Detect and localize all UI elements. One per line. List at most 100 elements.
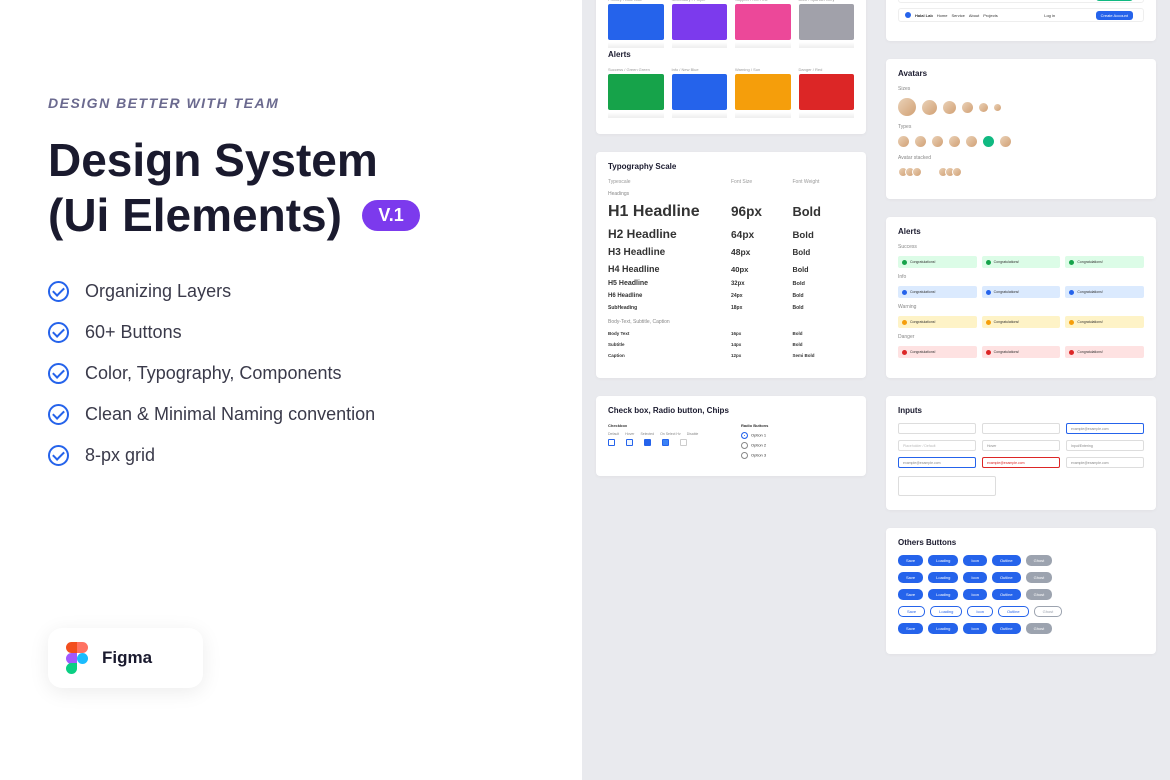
button-loading[interactable]: Loading bbox=[928, 555, 958, 566]
button-ghost[interactable]: Ghost bbox=[1026, 589, 1053, 600]
typo-size: 14px bbox=[731, 342, 793, 347]
figma-icon bbox=[66, 642, 88, 674]
color-swatch bbox=[735, 74, 791, 110]
typo-size: 24px bbox=[731, 293, 793, 299]
button-ghost[interactable]: Ghost bbox=[1034, 606, 1063, 617]
button-outline[interactable]: Outline bbox=[998, 606, 1029, 617]
typo-name: H2 Headline bbox=[608, 227, 731, 241]
radio-button[interactable] bbox=[741, 452, 748, 459]
button-outline[interactable]: Outline bbox=[992, 572, 1021, 583]
button-icon[interactable]: Icon bbox=[963, 555, 987, 566]
headings-label: Headings bbox=[608, 191, 854, 197]
button-outline[interactable]: Outline bbox=[992, 623, 1021, 634]
nav-item[interactable]: Service bbox=[951, 13, 964, 18]
typo-weight: Bold bbox=[793, 305, 855, 311]
button-save[interactable]: Save bbox=[898, 623, 923, 634]
alert-icon bbox=[902, 320, 907, 325]
color-swatch bbox=[799, 4, 855, 40]
feature-item: 60+ Buttons bbox=[48, 322, 518, 343]
panel-navbars: Halal LabHomeServiceAboutProjectsCreate … bbox=[886, 0, 1156, 41]
button-save[interactable]: Save bbox=[898, 589, 923, 600]
typo-size: 32px bbox=[731, 281, 793, 287]
text-input-error[interactable]: example@example.com bbox=[982, 457, 1060, 468]
checkbox-hover[interactable] bbox=[626, 439, 633, 446]
alert-icon bbox=[902, 290, 907, 295]
checkbox-select-hover[interactable] bbox=[662, 439, 669, 446]
check-icon bbox=[48, 322, 69, 343]
text-input[interactable] bbox=[898, 423, 976, 434]
alert-success: Congratulations! bbox=[982, 256, 1061, 268]
color-swatch bbox=[799, 74, 855, 110]
button-icon[interactable]: Icon bbox=[967, 606, 993, 617]
button-save[interactable]: Save bbox=[898, 555, 923, 566]
alert-warning: Congratulations! bbox=[898, 316, 977, 328]
typo-weight: Bold bbox=[793, 293, 855, 299]
panel-inputs: Inputs example@example.com Placeholder /… bbox=[886, 396, 1156, 510]
text-input[interactable]: Placeholder / Default bbox=[898, 440, 976, 451]
typo-weight: Bold bbox=[793, 342, 855, 347]
typo-weight: Semi Bold bbox=[793, 353, 855, 358]
button-ghost[interactable]: Ghost bbox=[1026, 555, 1053, 566]
nav-item[interactable]: About bbox=[969, 13, 979, 18]
typo-name: SubHeading bbox=[608, 305, 731, 311]
text-input[interactable]: example@example.com bbox=[898, 457, 976, 468]
alert-text: Congratulations! bbox=[910, 320, 936, 324]
cb-col-label: Default bbox=[608, 432, 619, 436]
button-outline[interactable]: Outline bbox=[992, 589, 1021, 600]
body-label: Body-Text, Subtitle, Caption bbox=[608, 319, 854, 325]
title-line2: (Ui Elements) bbox=[48, 189, 342, 241]
text-input-focus[interactable]: example@example.com bbox=[1066, 423, 1144, 434]
typo-name: H6 Headline bbox=[608, 293, 731, 299]
text-input[interactable] bbox=[982, 423, 1060, 434]
brand-logo-icon bbox=[905, 12, 911, 18]
button-loading[interactable]: Loading bbox=[928, 572, 958, 583]
cb-col-label: On Select Hv bbox=[660, 432, 681, 436]
radio-button[interactable] bbox=[741, 432, 748, 439]
typo-weight: Bold bbox=[793, 331, 855, 336]
alert-icon bbox=[986, 320, 991, 325]
panel-title: Inputs bbox=[898, 406, 1144, 415]
alert-info: Congratulations! bbox=[982, 286, 1061, 298]
cta-button[interactable]: Create Account bbox=[1096, 0, 1133, 1]
checkbox-selected[interactable] bbox=[644, 439, 651, 446]
textarea-input[interactable] bbox=[898, 476, 996, 496]
features-list: Organizing Layers60+ ButtonsColor, Typog… bbox=[48, 281, 518, 466]
figma-label: Figma bbox=[102, 648, 152, 668]
button-loading[interactable]: Loading bbox=[928, 589, 958, 600]
button-ghost[interactable]: Ghost bbox=[1026, 572, 1053, 583]
button-outline[interactable]: Outline bbox=[992, 555, 1021, 566]
alert-success: Congratulations! bbox=[1065, 256, 1144, 268]
nav-item[interactable]: Home bbox=[937, 13, 948, 18]
swatch-label: Primary / Blue Blue bbox=[608, 0, 664, 2]
login-link[interactable]: Log in bbox=[1044, 13, 1055, 18]
feature-text: Color, Typography, Components bbox=[85, 363, 341, 384]
feature-item: 8-px grid bbox=[48, 445, 518, 466]
typo-name: H4 Headline bbox=[608, 264, 731, 274]
swatch-label: Dark / Spanish Grey bbox=[799, 0, 855, 2]
rb-title: Radio Buttons bbox=[741, 423, 854, 428]
button-loading[interactable]: Loading bbox=[928, 623, 958, 634]
nav-item[interactable]: Projects bbox=[983, 13, 997, 18]
radio-button[interactable] bbox=[741, 442, 748, 449]
alert-icon bbox=[1069, 350, 1074, 355]
alert-text: Congratulations! bbox=[910, 350, 936, 354]
text-input[interactable]: Hover bbox=[982, 440, 1060, 451]
button-ghost[interactable]: Ghost bbox=[1026, 623, 1053, 634]
button-icon[interactable]: Icon bbox=[963, 572, 987, 583]
cta-button[interactable]: Create Account bbox=[1096, 11, 1133, 20]
text-input[interactable]: Input/Entering bbox=[1066, 440, 1144, 451]
checkbox-default[interactable] bbox=[608, 439, 615, 446]
swatch-label: Info / New Blue bbox=[672, 67, 728, 72]
typo-weight: Bold bbox=[793, 248, 855, 257]
typo-weight: Bold bbox=[793, 281, 855, 287]
feature-text: 60+ Buttons bbox=[85, 322, 182, 343]
button-icon[interactable]: Icon bbox=[963, 623, 987, 634]
cb-col-label: Selected bbox=[640, 432, 654, 436]
text-input[interactable]: example@example.com bbox=[1066, 457, 1144, 468]
button-save[interactable]: Save bbox=[898, 606, 925, 617]
button-loading[interactable]: Loading bbox=[930, 606, 962, 617]
button-icon[interactable]: Icon bbox=[963, 589, 987, 600]
swatch-label: Warning / Sun bbox=[735, 67, 791, 72]
panel-typography: Typography Scale Typescale Font Size Fon… bbox=[596, 152, 866, 378]
button-save[interactable]: Save bbox=[898, 572, 923, 583]
